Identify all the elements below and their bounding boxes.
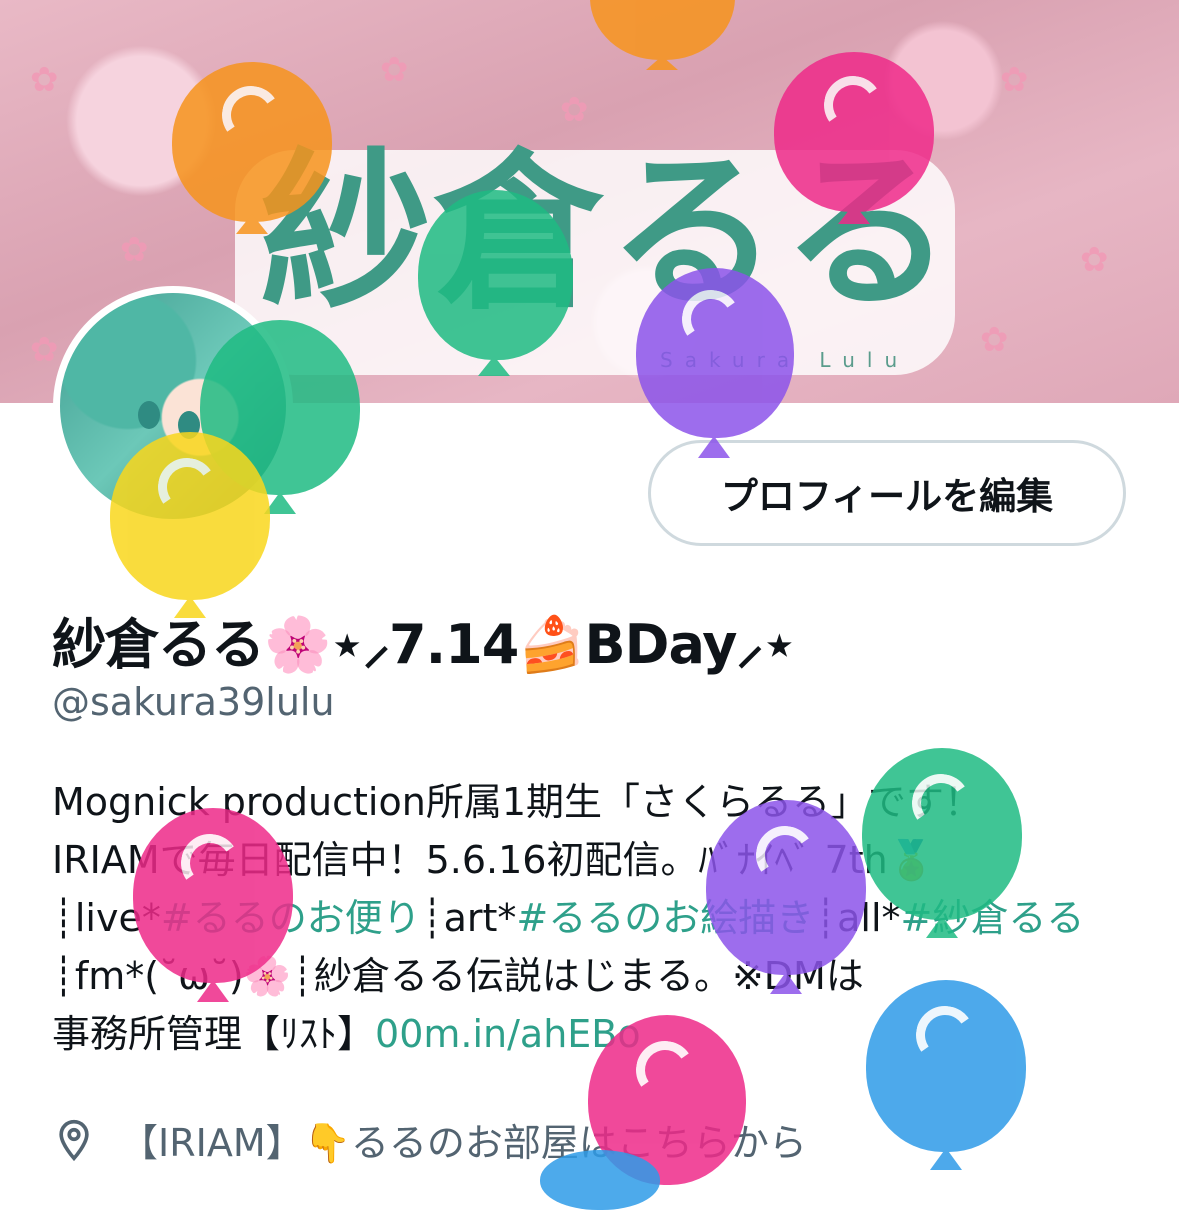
balloon-icon [418,190,573,380]
balloon-icon [706,800,866,1000]
location-pin-icon [59,1119,89,1161]
balloon-icon [172,62,332,237]
balloon-icon [133,808,293,1008]
bio-segment-manage: 事務所管理【ﾘｽﾄ】 [52,1012,376,1056]
user-handle: @sakura39lulu [52,680,335,724]
blossom-icon: ✿ [30,60,59,100]
bio-segment-art: ┊art* [420,896,517,940]
blossom-icon: ✿ [380,50,409,90]
blossom-icon: ✿ [1000,60,1029,100]
balloon-icon [636,268,794,468]
balloon-icon [110,432,270,622]
blossom-icon: ✿ [560,90,589,130]
balloon-icon [540,1150,660,1210]
avatar-eye [138,401,160,429]
balloon-icon [862,748,1022,943]
blossom-icon: ✿ [1080,240,1109,280]
blossom-icon: ✿ [30,330,59,370]
balloon-icon [590,0,735,70]
blossom-icon: ✿ [120,230,149,270]
balloon-icon [774,52,934,227]
blossom-icon: ✿ [980,320,1009,360]
balloon-icon [866,980,1026,1175]
